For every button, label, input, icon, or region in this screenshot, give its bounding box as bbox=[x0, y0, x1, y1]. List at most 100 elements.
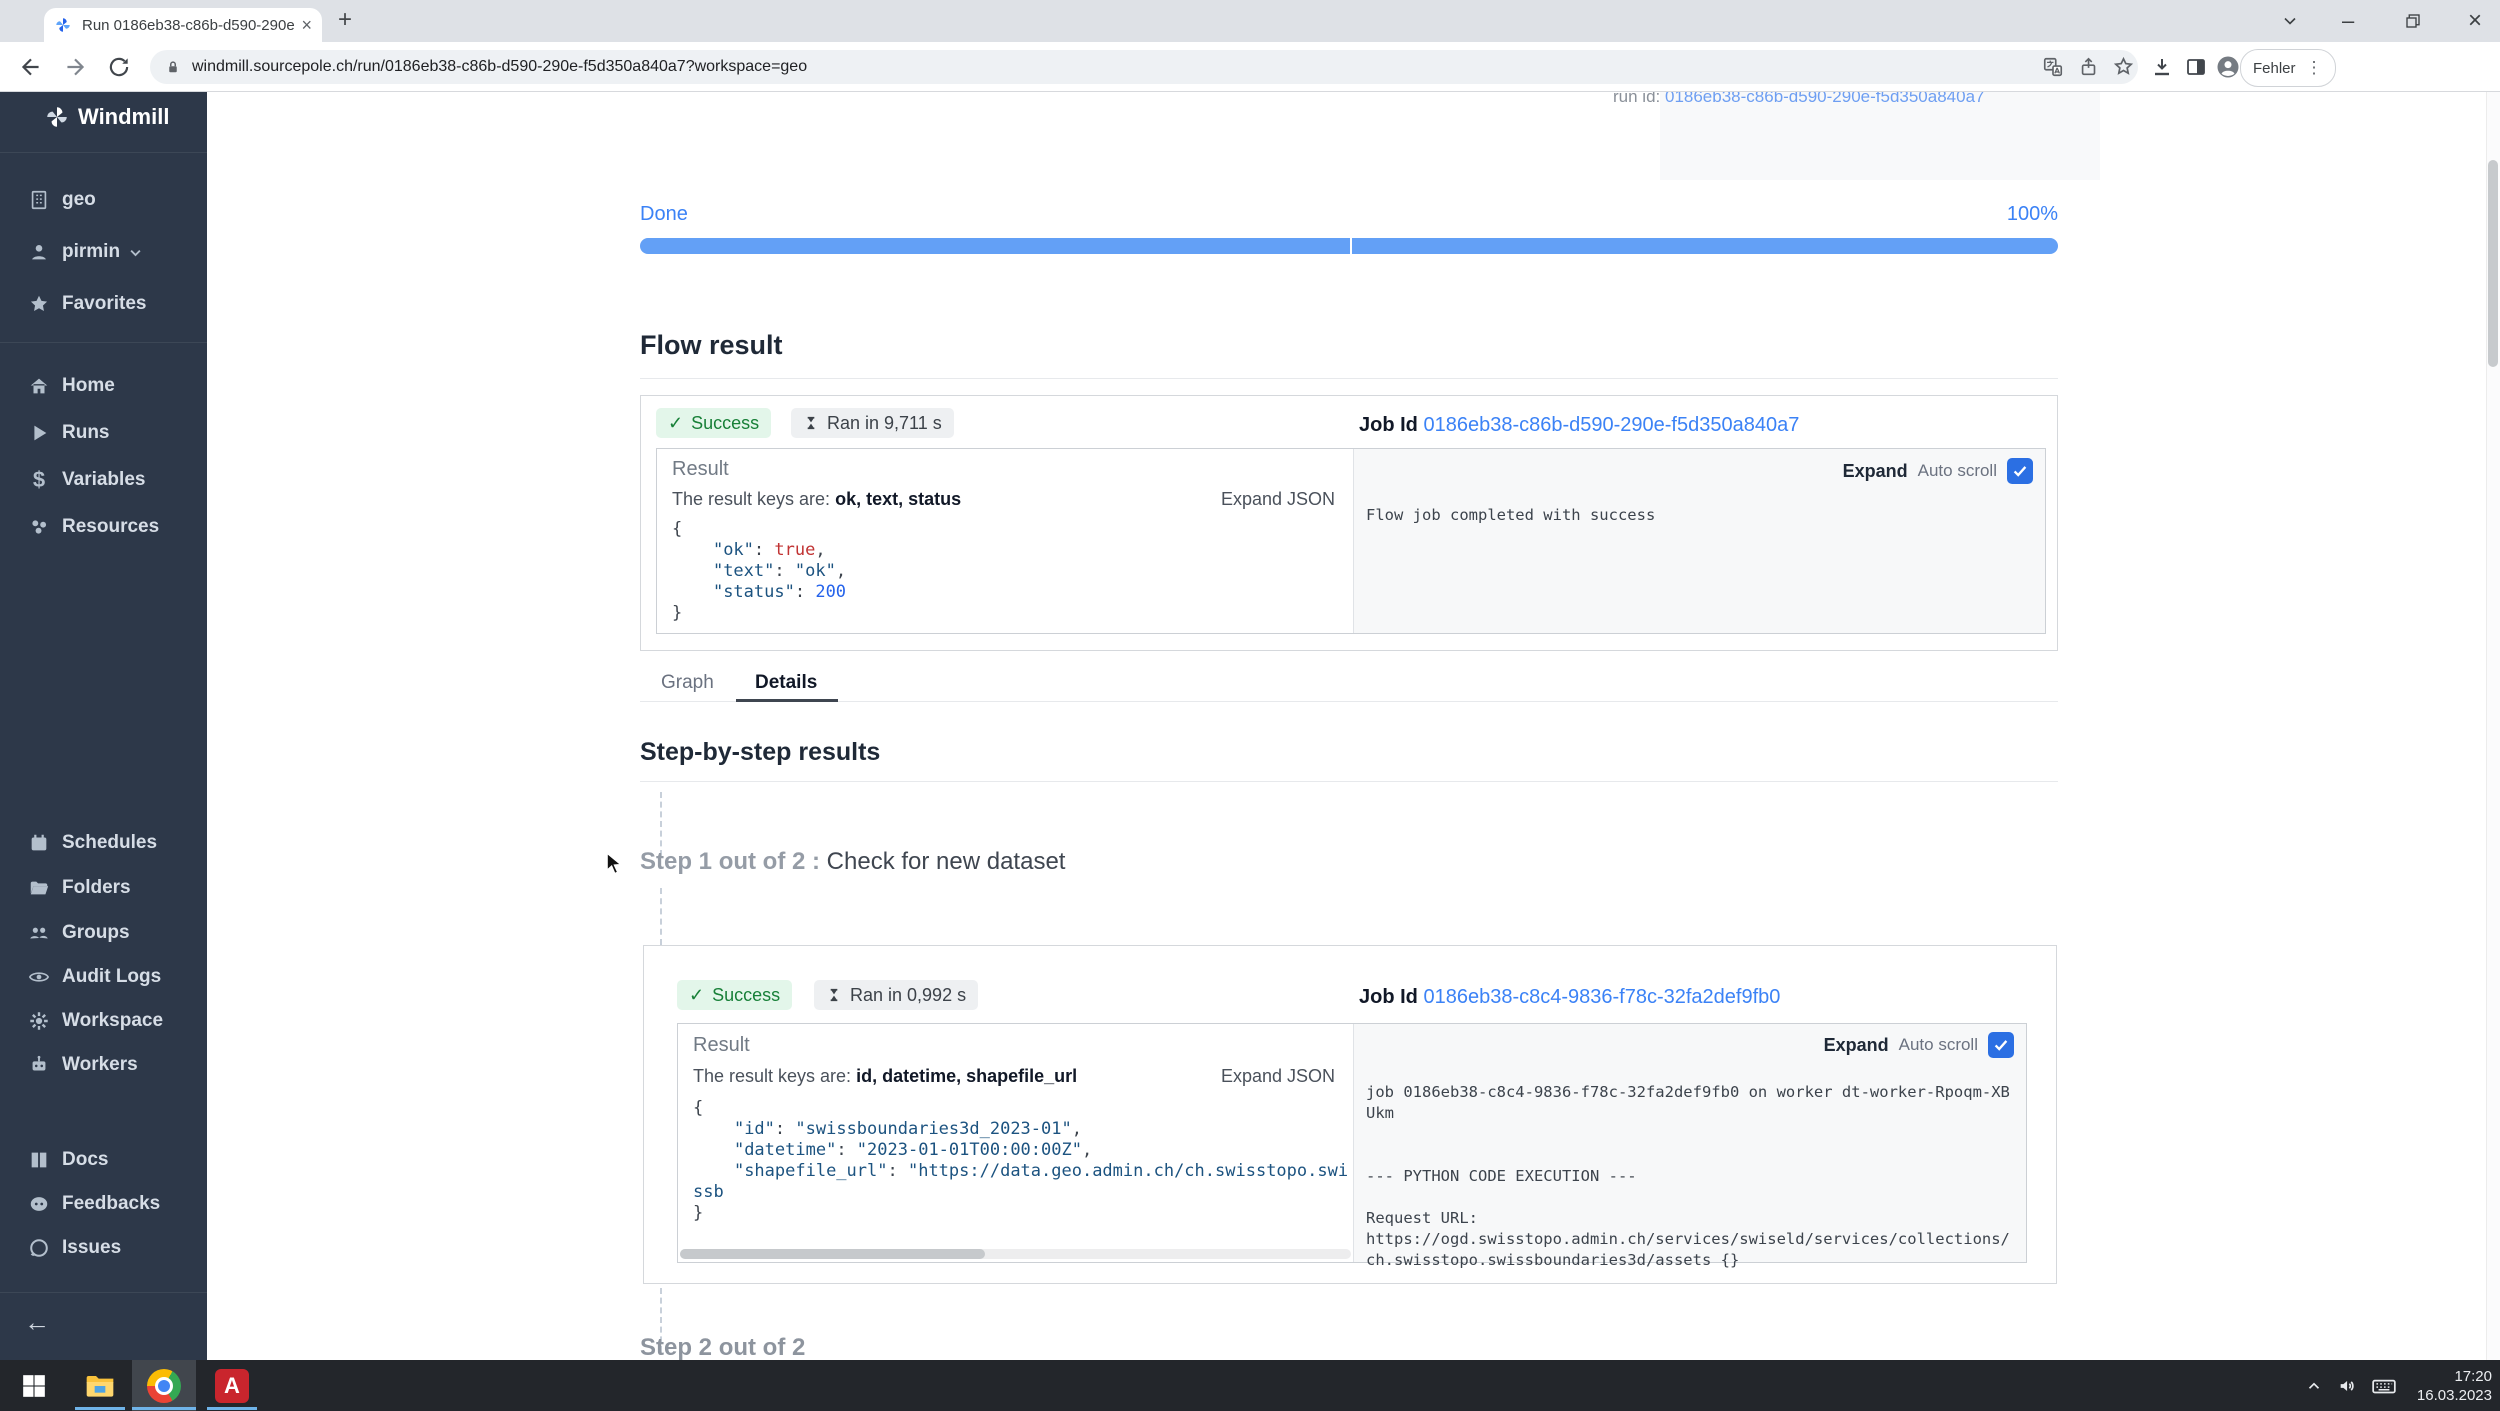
share-icon[interactable] bbox=[2078, 56, 2100, 78]
back-icon[interactable] bbox=[18, 54, 44, 80]
window-minimize-button[interactable]: – bbox=[2342, 0, 2354, 42]
volume-icon[interactable] bbox=[2330, 1360, 2366, 1411]
sidebar-item-workspace-settings[interactable]: Workspace bbox=[0, 1006, 207, 1036]
app-open-indicator bbox=[132, 1407, 196, 1410]
profile-avatar[interactable] bbox=[2214, 53, 2242, 81]
bookmark-star-icon[interactable] bbox=[2112, 55, 2135, 78]
docs-label: Docs bbox=[62, 1149, 108, 1171]
step1-job-id-link[interactable]: 0186eb38-c8c4-9836-f78c-32fa2def9fb0 bbox=[1423, 986, 1780, 1008]
step1-result-json: { "id": "swissboundaries3d_2023-01", "da… bbox=[693, 1098, 1353, 1224]
flow-duration-badge: Ran in 9,711 s bbox=[791, 408, 954, 438]
tab-search-icon[interactable] bbox=[2280, 0, 2300, 42]
window-restore-button[interactable] bbox=[2404, 0, 2422, 42]
sidebar-item-workspace-geo[interactable]: geo bbox=[0, 185, 207, 215]
divider bbox=[640, 378, 2058, 379]
url-bar[interactable]: windmill.sourcepole.ch/run/0186eb38-c86b… bbox=[150, 50, 2138, 84]
robot-icon bbox=[28, 1054, 50, 1076]
step2-heading: Step 2 out of 2 bbox=[640, 1334, 805, 1362]
error-status-label: Fehler bbox=[2253, 60, 2296, 77]
step1-name: Check for new dataset bbox=[827, 848, 1066, 875]
start-button[interactable] bbox=[8, 1360, 60, 1411]
horizontal-scrollbar bbox=[680, 1249, 1351, 1259]
chrome-taskbar-icon[interactable] bbox=[132, 1360, 196, 1411]
step1-prefix: Step 1 out of 2 : bbox=[640, 848, 820, 875]
sidebar-item-docs[interactable]: Docs bbox=[0, 1145, 207, 1175]
step1-result-json-pane: Result The result keys are: id, datetime… bbox=[678, 1024, 1353, 1262]
result-keys-prefix: The result keys are: bbox=[693, 1066, 856, 1086]
expand-json-button[interactable]: Expand JSON bbox=[1221, 489, 1335, 510]
tab-graph[interactable]: Graph bbox=[661, 672, 714, 694]
dollar-icon: $ bbox=[28, 467, 50, 493]
tabs-divider bbox=[640, 701, 2058, 702]
github-icon bbox=[28, 1237, 50, 1259]
auto-scroll-checkbox[interactable] bbox=[1988, 1032, 2014, 1058]
result-title: Result bbox=[693, 1034, 750, 1057]
sidebar-item-issues[interactable]: Issues bbox=[0, 1233, 207, 1263]
step1-card: ✓ Success Ran in 0,992 s Job Id 0186eb38… bbox=[643, 945, 2057, 1284]
resources-icon bbox=[28, 516, 50, 538]
windmill-brand[interactable]: Windmill bbox=[44, 104, 169, 130]
new-tab-button[interactable]: + bbox=[338, 6, 352, 34]
user-label: pirmin bbox=[62, 241, 120, 263]
check-icon: ✓ bbox=[689, 985, 704, 1006]
mouse-cursor bbox=[606, 852, 624, 877]
kebab-menu-icon[interactable]: ⋮ bbox=[2306, 58, 2323, 78]
star-icon bbox=[28, 293, 50, 315]
discord-icon bbox=[28, 1193, 50, 1215]
run-id-link[interactable]: 0186eb38-c86b-d590-290e-f5d350a840a7 bbox=[1665, 92, 1985, 106]
tab-details[interactable]: Details bbox=[755, 672, 817, 694]
horizontal-scrollbar-thumb[interactable] bbox=[680, 1249, 985, 1259]
side-panel-icon[interactable] bbox=[2184, 55, 2208, 79]
feedbacks-label: Feedbacks bbox=[62, 1193, 160, 1215]
sidebar-item-folders[interactable]: Folders bbox=[0, 873, 207, 903]
sidebar-divider bbox=[0, 342, 207, 343]
taskbar-clock[interactable]: 17:20 16.03.2023 bbox=[2417, 1360, 2492, 1411]
sidebar-item-runs[interactable]: Runs bbox=[0, 418, 207, 448]
tab-close-icon[interactable]: × bbox=[301, 15, 312, 36]
file-explorer-icon[interactable] bbox=[72, 1360, 128, 1411]
translate-icon[interactable] bbox=[2042, 56, 2064, 78]
hourglass-icon bbox=[803, 415, 819, 431]
sidebar-item-home[interactable]: Home bbox=[0, 371, 207, 401]
sidebar-item-resources[interactable]: Resources bbox=[0, 512, 207, 542]
download-icon[interactable] bbox=[2150, 55, 2174, 79]
auto-scroll-checkbox[interactable] bbox=[2007, 458, 2033, 484]
step1-duration-label: Ran in 0,992 s bbox=[850, 985, 966, 1006]
collapse-sidebar-button[interactable]: ← bbox=[24, 1307, 50, 1338]
step-connector-line bbox=[660, 888, 662, 945]
step1-log-controls: Expand Auto scroll bbox=[1824, 1032, 2014, 1058]
sidebar-item-groups[interactable]: Groups bbox=[0, 918, 207, 948]
job-id-label: Job Id bbox=[1359, 414, 1418, 436]
expand-log-button[interactable]: Expand bbox=[1824, 1035, 1889, 1056]
check-icon: ✓ bbox=[668, 413, 683, 434]
keyboard-icon[interactable] bbox=[2364, 1360, 2404, 1411]
variables-label: Variables bbox=[62, 469, 145, 491]
window-close-button[interactable]: × bbox=[2468, 0, 2482, 42]
step1-heading: Step 1 out of 2 : Check for new dataset bbox=[640, 848, 1065, 876]
job-id-label: Job Id bbox=[1359, 986, 1418, 1008]
acrobat-taskbar-icon[interactable]: A bbox=[204, 1360, 260, 1411]
error-status-button[interactable]: Fehler ⋮ bbox=[2240, 49, 2336, 87]
flow-log-controls: Expand Auto scroll bbox=[1843, 458, 2033, 484]
sidebar-item-user-pirmin[interactable]: pirmin bbox=[0, 237, 207, 267]
sidebar-item-favorites[interactable]: Favorites bbox=[0, 289, 207, 319]
sidebar-item-workers[interactable]: Workers bbox=[0, 1050, 207, 1080]
flow-duration-label: Ran in 9,711 s bbox=[827, 413, 942, 434]
sidebar-item-feedbacks[interactable]: Feedbacks bbox=[0, 1189, 207, 1219]
browser-tab[interactable]: Run 0186eb38-c86b-d590-290e- × bbox=[44, 8, 322, 42]
tray-chevron-up-icon[interactable] bbox=[2296, 1360, 2332, 1411]
forward-icon[interactable] bbox=[62, 54, 88, 80]
step1-status-label: Success bbox=[712, 985, 780, 1006]
audit-logs-label: Audit Logs bbox=[62, 966, 161, 988]
flow-job-id-link[interactable]: 0186eb38-c86b-d590-290e-f5d350a840a7 bbox=[1423, 414, 1799, 436]
sidebar-item-variables[interactable]: $ Variables bbox=[0, 465, 207, 495]
expand-log-button[interactable]: Expand bbox=[1843, 461, 1908, 482]
expand-json-button[interactable]: Expand JSON bbox=[1221, 1066, 1335, 1087]
progress-bar bbox=[640, 238, 2058, 254]
resources-label: Resources bbox=[62, 516, 159, 538]
sidebar-item-audit-logs[interactable]: Audit Logs bbox=[0, 962, 207, 992]
divider bbox=[640, 781, 2058, 782]
page-scrollbar-thumb[interactable] bbox=[2488, 160, 2498, 367]
sidebar-item-schedules[interactable]: Schedules bbox=[0, 828, 207, 858]
reload-icon[interactable] bbox=[106, 54, 132, 80]
